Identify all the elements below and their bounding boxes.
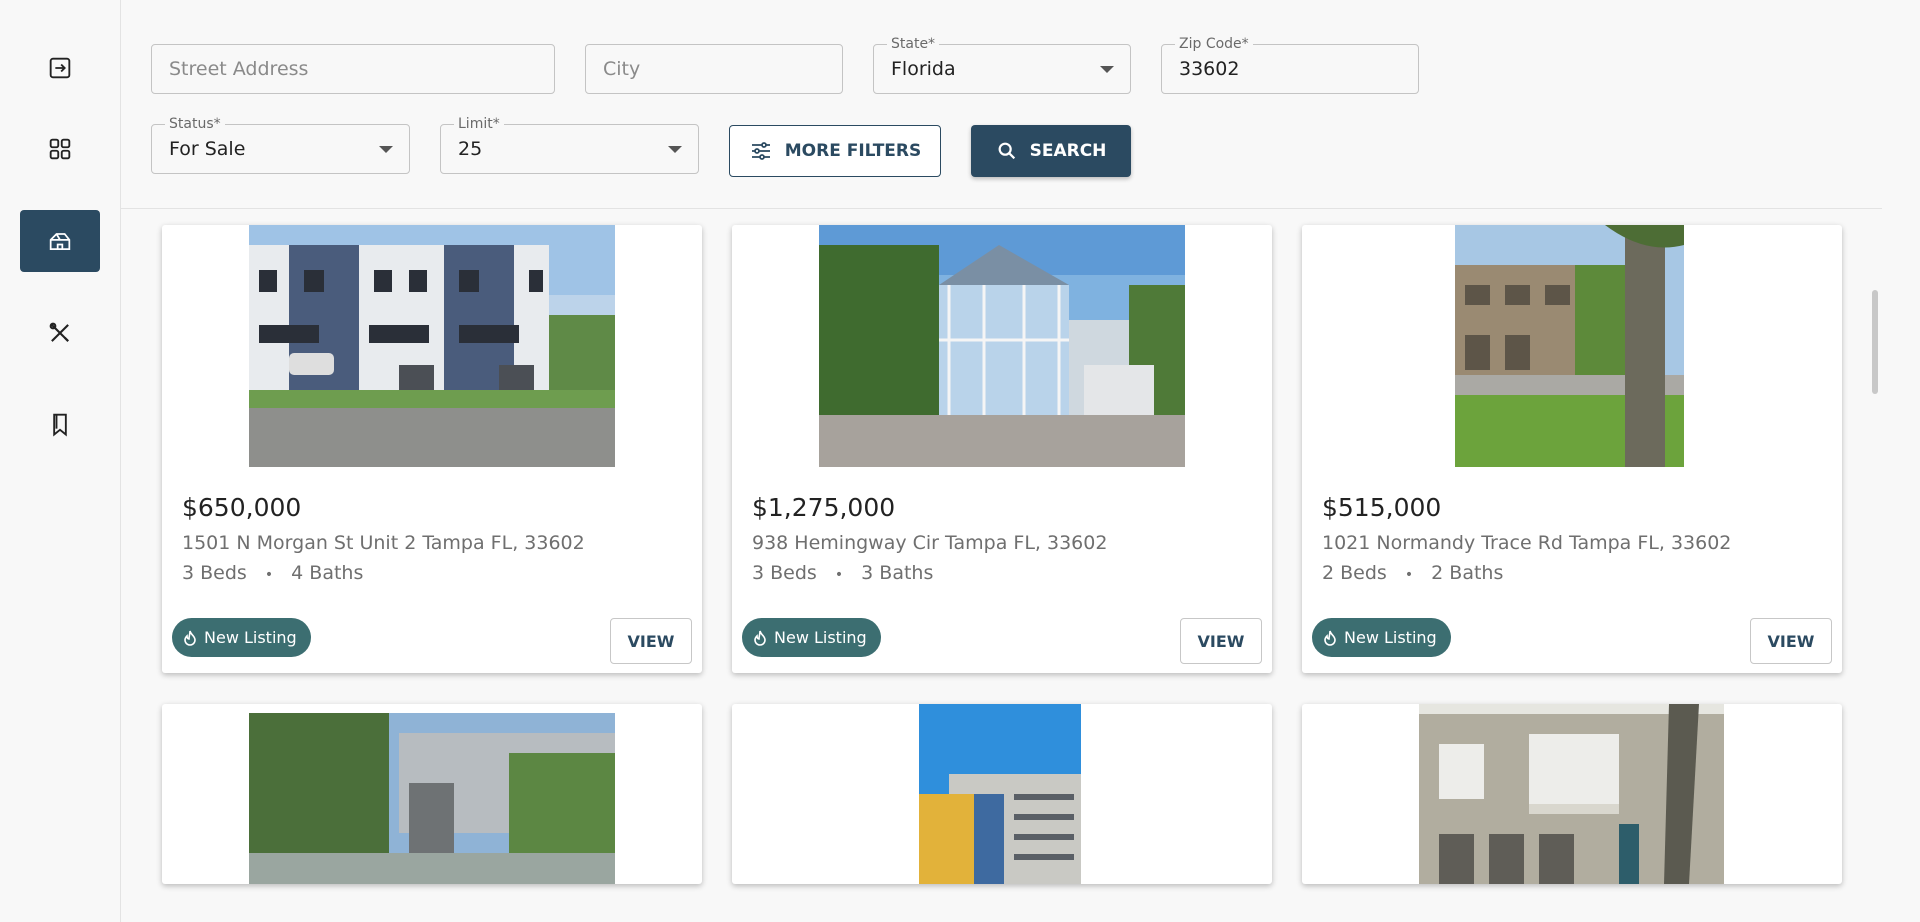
listing-beds: 3 Beds — [752, 562, 817, 584]
listing-photo[interactable] — [249, 713, 615, 884]
listing-photo[interactable] — [819, 225, 1185, 467]
zip-code-label: Zip Code* — [1175, 36, 1253, 52]
badge-label: New Listing — [1344, 628, 1437, 647]
sidebar-item-tools[interactable] — [20, 302, 100, 364]
view-button[interactable]: VIEW — [610, 618, 692, 664]
state-label: State* — [887, 36, 940, 52]
listing-photo[interactable] — [919, 704, 1081, 884]
listing-specs: 3 Beds • 4 Baths — [182, 562, 363, 584]
state-select[interactable]: State* Florida — [873, 36, 1131, 94]
listing-price: $1,275,000 — [752, 493, 896, 522]
listing-baths: 4 Baths — [291, 562, 364, 584]
state-value: Florida — [891, 58, 956, 80]
listing-card: $1,275,000 938 Hemingway Cir Tampa FL, 3… — [732, 225, 1272, 673]
listing-card — [732, 704, 1272, 884]
limit-select[interactable]: Limit* 25 — [440, 116, 699, 174]
condo-image — [1455, 225, 1684, 467]
sidebar — [0, 0, 121, 922]
listing-photo[interactable] — [1419, 704, 1724, 884]
flame-icon — [1324, 630, 1336, 646]
badge-label: New Listing — [774, 628, 867, 647]
listing-price: $650,000 — [182, 493, 302, 522]
search-button[interactable]: SEARCH — [971, 125, 1131, 177]
sliders-icon — [751, 142, 770, 160]
search-label: SEARCH — [1029, 141, 1107, 161]
status-select[interactable]: Status* For Sale — [151, 116, 410, 174]
more-filters-button[interactable]: MORE FILTERS — [729, 125, 941, 177]
view-button[interactable]: VIEW — [1180, 618, 1262, 664]
login-icon — [49, 57, 71, 79]
street-address-input[interactable]: Street Address — [151, 44, 555, 94]
sidebar-item-bookmarks[interactable] — [20, 393, 100, 455]
separator-dot: • — [1404, 567, 1414, 583]
listing-baths: 2 Baths — [1431, 562, 1504, 584]
home-icon — [49, 233, 71, 251]
townhouse-image — [249, 225, 615, 467]
new-listing-badge: New Listing — [1312, 618, 1451, 657]
city-placeholder: City — [603, 58, 641, 80]
building-image — [249, 713, 615, 884]
listing-card — [1302, 704, 1842, 884]
listing-photo[interactable] — [1455, 225, 1684, 467]
street-address-placeholder: Street Address — [169, 58, 309, 80]
sidebar-item-home[interactable] — [20, 210, 100, 272]
limit-value: 25 — [458, 138, 483, 160]
bookmark-icon — [53, 413, 67, 437]
listing-baths: 3 Baths — [861, 562, 934, 584]
status-value: For Sale — [169, 138, 246, 160]
city-input[interactable]: City — [585, 44, 843, 94]
listing-beds: 2 Beds — [1322, 562, 1387, 584]
flame-icon — [184, 630, 196, 646]
flame-icon — [754, 630, 766, 646]
listing-address: 1021 Normandy Trace Rd Tampa FL, 33602 — [1322, 532, 1732, 554]
new-listing-badge: New Listing — [172, 618, 311, 657]
listing-specs: 2 Beds • 2 Baths — [1322, 562, 1503, 584]
dashboard-grid-icon — [49, 138, 71, 160]
badge-label: New Listing — [204, 628, 297, 647]
listing-card — [162, 704, 702, 884]
scrollbar-thumb[interactable] — [1872, 290, 1878, 394]
new-listing-badge: New Listing — [742, 618, 881, 657]
listing-card: $650,000 1501 N Morgan St Unit 2 Tampa F… — [162, 225, 702, 673]
status-label: Status* — [165, 116, 225, 132]
listing-photo[interactable] — [249, 225, 615, 467]
listing-address: 1501 N Morgan St Unit 2 Tampa FL, 33602 — [182, 532, 585, 554]
listing-price: $515,000 — [1322, 493, 1442, 522]
search-icon — [998, 142, 1015, 160]
chevron-down-icon — [668, 146, 682, 153]
house-image — [819, 225, 1185, 467]
apartment-image — [1419, 704, 1724, 884]
limit-label: Limit* — [454, 116, 504, 132]
chevron-down-icon — [1100, 66, 1114, 73]
more-filters-label: MORE FILTERS — [784, 141, 922, 161]
separator-dot: • — [264, 567, 274, 583]
sidebar-item-login[interactable] — [20, 37, 100, 99]
listing-card: $515,000 1021 Normandy Trace Rd Tampa FL… — [1302, 225, 1842, 673]
separator-dot: • — [834, 567, 844, 583]
listing-address: 938 Hemingway Cir Tampa FL, 33602 — [752, 532, 1108, 554]
view-button[interactable]: VIEW — [1750, 618, 1832, 664]
filters-divider — [120, 208, 1882, 209]
chevron-down-icon — [379, 146, 393, 153]
tower-image — [919, 704, 1081, 884]
zip-code-input[interactable]: Zip Code* 33602 — [1161, 36, 1419, 94]
listing-specs: 3 Beds • 3 Baths — [752, 562, 933, 584]
sidebar-item-dashboard[interactable] — [20, 118, 100, 180]
tools-icon — [49, 322, 69, 342]
zip-code-value: 33602 — [1179, 58, 1240, 80]
listing-beds: 3 Beds — [182, 562, 247, 584]
